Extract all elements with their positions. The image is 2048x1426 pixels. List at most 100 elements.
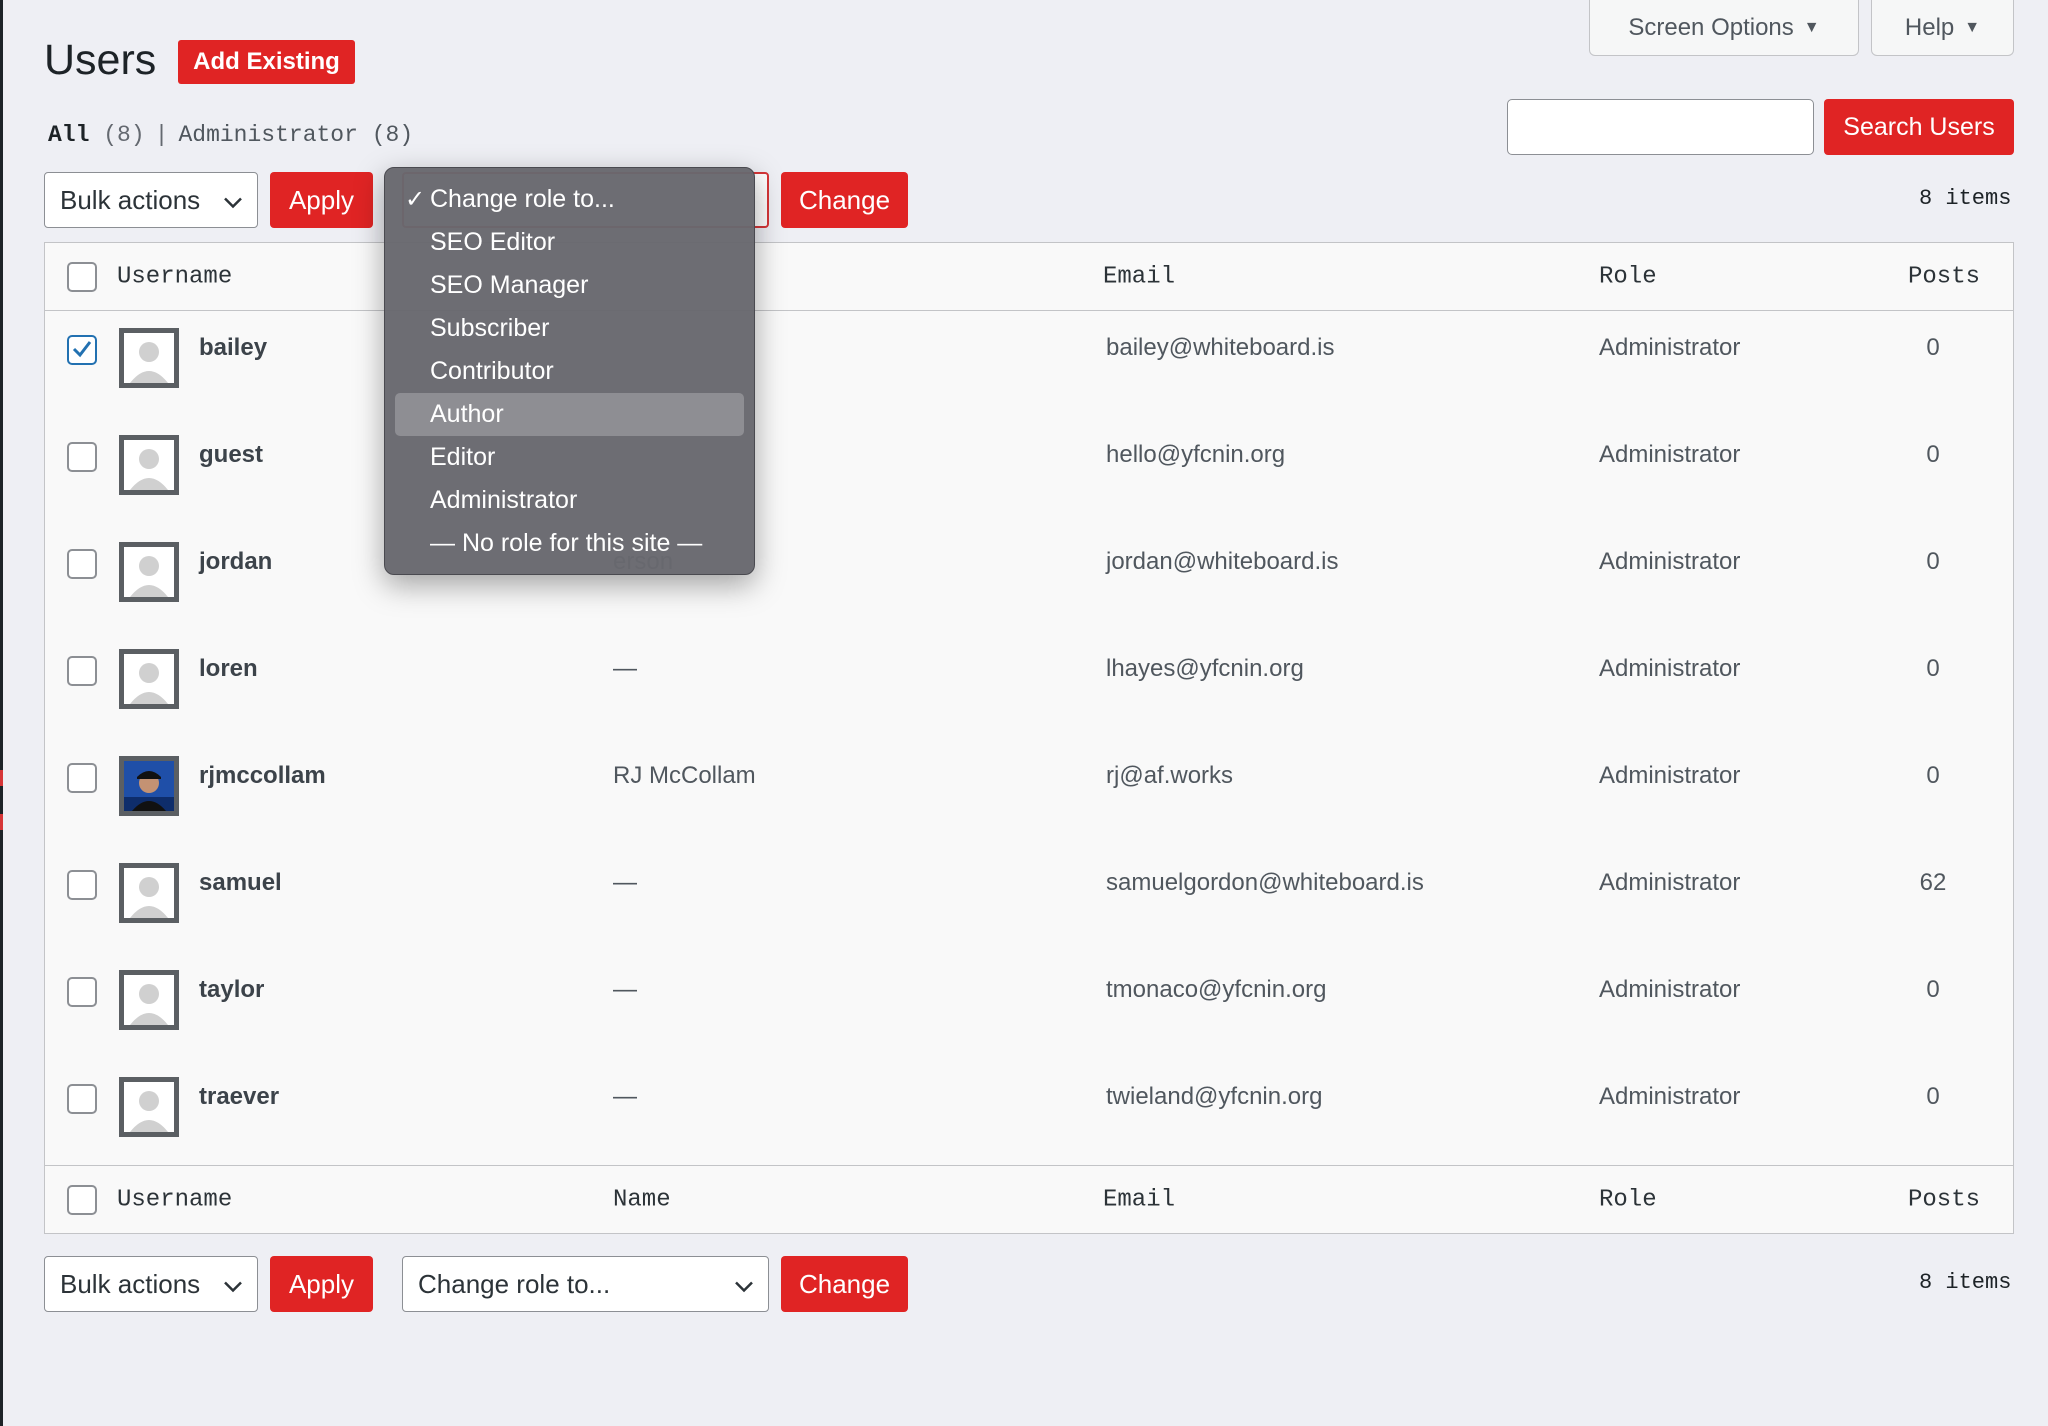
add-existing-button[interactable]: Add Existing	[178, 40, 355, 84]
posts-count-link[interactable]: 0	[1903, 441, 1963, 469]
email-link[interactable]: jordan@whiteboard.is	[1106, 548, 1339, 576]
checkmark-icon	[72, 341, 92, 358]
role-cell: Administrator	[1599, 655, 1741, 682]
username-link[interactable]: samuel	[199, 869, 282, 897]
admin-sidebar-marker	[0, 770, 3, 786]
users-table: Username Email Role Posts bailey bailey@w…	[44, 242, 2014, 1234]
role-cell: Administrator	[1599, 441, 1741, 468]
posts-count-link[interactable]: 0	[1903, 976, 1963, 1004]
role-option[interactable]: Subscriber	[395, 307, 744, 350]
chevron-down-icon	[223, 1269, 243, 1300]
row-checkbox[interactable]	[67, 870, 97, 900]
avatar	[119, 970, 179, 1030]
posts-count-link[interactable]: 0	[1903, 334, 1963, 362]
role-cell: Administrator	[1599, 976, 1741, 1003]
column-username-footer[interactable]: Username	[117, 1186, 232, 1213]
column-username[interactable]: Username	[117, 263, 232, 290]
avatar	[119, 328, 179, 388]
role-option[interactable]: ✓ Change role to...	[395, 178, 744, 221]
role-option-label: Subscriber	[430, 314, 550, 342]
role-cell: Administrator	[1599, 762, 1741, 789]
column-posts[interactable]: Posts	[1908, 263, 1980, 290]
change-button-bottom[interactable]: Change	[781, 1256, 908, 1312]
column-posts-footer[interactable]: Posts	[1908, 1186, 1980, 1213]
column-name-footer[interactable]: Name	[613, 1186, 671, 1213]
role-option[interactable]: Contributor	[395, 350, 744, 393]
role-option-label: Editor	[430, 443, 496, 471]
table-row: samuel — samuelgordon@whiteboard.is Adminis…	[45, 847, 2013, 954]
role-option[interactable]: — No role for this site —	[395, 522, 744, 565]
role-option[interactable]: SEO Editor	[395, 221, 744, 264]
user-role-filters: All (8) | Administrator (8)	[48, 122, 413, 148]
username-link[interactable]: bailey	[199, 334, 267, 362]
items-count-top: 8 items	[1919, 186, 2012, 211]
email-link[interactable]: bailey@whiteboard.is	[1106, 334, 1334, 362]
chevron-down-icon	[223, 185, 243, 216]
role-option[interactable]: Author	[395, 393, 744, 436]
email-link[interactable]: tmonaco@yfcnin.org	[1106, 976, 1326, 1004]
user-name-cell: —	[613, 976, 637, 1003]
apply-button-top[interactable]: Apply	[270, 172, 373, 228]
email-link[interactable]: lhayes@yfcnin.org	[1106, 655, 1304, 683]
avatar	[119, 649, 179, 709]
user-name-cell: —	[613, 1083, 637, 1110]
help-button[interactable]: Help ▼	[1871, 0, 2014, 56]
select-all-checkbox-bottom[interactable]	[67, 1185, 97, 1215]
filter-all[interactable]: All (8)	[48, 122, 145, 148]
screen-options-button[interactable]: Screen Options ▼	[1589, 0, 1859, 56]
admin-sidebar-edge	[0, 0, 3, 1426]
role-option-label: Contributor	[430, 357, 554, 385]
role-option[interactable]: SEO Manager	[395, 264, 744, 307]
caret-down-icon: ▼	[1803, 18, 1820, 36]
column-email-footer[interactable]: Email	[1103, 1186, 1175, 1213]
search-users-input[interactable]	[1507, 99, 1814, 155]
column-email[interactable]: Email	[1103, 263, 1175, 290]
row-checkbox[interactable]	[67, 549, 97, 579]
email-link[interactable]: twieland@yfcnin.org	[1106, 1083, 1322, 1111]
email-link[interactable]: samuelgordon@whiteboard.is	[1106, 869, 1424, 897]
posts-count-link[interactable]: 0	[1903, 548, 1963, 576]
role-option[interactable]: Administrator	[395, 479, 744, 522]
username-link[interactable]: loren	[199, 655, 258, 683]
posts-count-link[interactable]: 0	[1903, 762, 1963, 790]
apply-button-bottom[interactable]: Apply	[270, 1256, 373, 1312]
posts-count-link[interactable]: 62	[1903, 869, 1963, 897]
column-role: Role	[1599, 263, 1657, 290]
role-option-label: SEO Manager	[430, 271, 589, 299]
username-link[interactable]: jordan	[199, 548, 272, 576]
email-link[interactable]: rj@af.works	[1106, 762, 1233, 790]
row-checkbox[interactable]	[67, 763, 97, 793]
search-users-button[interactable]: Search Users	[1824, 99, 2014, 155]
change-role-dropdown-menu: ✓ Change role to... SEO Editor SEO Manager S…	[384, 167, 755, 575]
table-row: guest hello@yfcnin.org Administrator 0	[45, 419, 2013, 526]
column-role-footer: Role	[1599, 1186, 1657, 1213]
posts-count-link[interactable]: 0	[1903, 1083, 1963, 1111]
row-checkbox[interactable]	[67, 442, 97, 472]
role-option-label: — No role for this site —	[430, 529, 703, 557]
change-role-select-bottom[interactable]: Change role to...	[402, 1256, 769, 1312]
username-link[interactable]: taylor	[199, 976, 264, 1004]
role-cell: Administrator	[1599, 334, 1741, 361]
table-footer: Username Name Email Role Posts	[45, 1165, 2013, 1233]
role-option[interactable]: Editor	[395, 436, 744, 479]
role-cell: Administrator	[1599, 548, 1741, 575]
posts-count-link[interactable]: 0	[1903, 655, 1963, 683]
filter-administrator[interactable]: Administrator (8)	[178, 122, 413, 148]
username-link[interactable]: guest	[199, 441, 263, 469]
username-link[interactable]: rjmccollam	[199, 762, 326, 790]
select-all-checkbox[interactable]	[67, 262, 97, 292]
row-checkbox[interactable]	[67, 977, 97, 1007]
username-link[interactable]: traever	[199, 1083, 279, 1111]
row-checkbox[interactable]	[67, 335, 97, 365]
avatar	[119, 1077, 179, 1137]
change-button-top[interactable]: Change	[781, 172, 908, 228]
table-row: taylor — tmonaco@yfcnin.org Administrator 0	[45, 954, 2013, 1061]
table-row: jordanersonjordan@whiteboard.isAdministr…	[45, 526, 2013, 633]
role-option-label: Administrator	[430, 486, 578, 514]
bulk-actions-select-top[interactable]: Bulk actions	[44, 172, 258, 228]
row-checkbox[interactable]	[67, 1084, 97, 1114]
email-link[interactable]: hello@yfcnin.org	[1106, 441, 1285, 469]
bulk-actions-value: Bulk actions	[60, 1268, 201, 1299]
bulk-actions-select-bottom[interactable]: Bulk actions	[44, 1256, 258, 1312]
row-checkbox[interactable]	[67, 656, 97, 686]
